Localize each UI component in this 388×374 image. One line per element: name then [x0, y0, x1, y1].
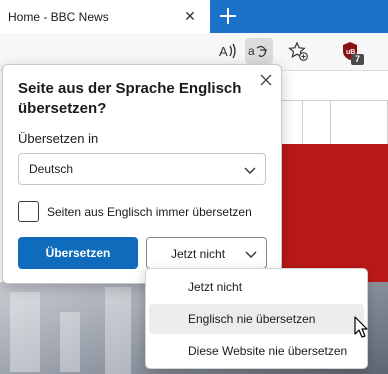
target-language-label: Übersetzen in: [18, 131, 99, 146]
translate-popup: Seite aus der Sprache Englisch übersetze…: [2, 64, 282, 284]
menu-item-label: Diese Website nie übersetzen: [188, 344, 348, 358]
close-icon[interactable]: [258, 72, 274, 88]
extension-badge: 7: [351, 54, 364, 65]
tab-bbc-news[interactable]: Home - BBC News ✕: [0, 0, 210, 33]
nav-separator: [330, 100, 331, 144]
translate-button[interactable]: Übersetzen: [18, 237, 138, 269]
chevron-down-icon: [245, 251, 257, 258]
chevron-down-icon: [244, 167, 256, 174]
menu-item-not-now[interactable]: Jetzt nicht: [149, 272, 364, 302]
menu-item-label: Englisch nie übersetzen: [188, 312, 316, 326]
menu-item-never-english[interactable]: Englisch nie übersetzen: [149, 304, 364, 334]
nav-divider: [280, 100, 388, 101]
not-now-label: Jetzt nicht: [171, 247, 226, 261]
target-language-value: Deutsch: [29, 162, 74, 176]
tab-strip: Home - BBC News ✕: [0, 0, 388, 33]
menu-item-never-site[interactable]: Diese Website nie übersetzen: [149, 336, 364, 366]
add-favorite-icon[interactable]: [284, 38, 312, 64]
translate-icon[interactable]: a: [245, 38, 273, 64]
always-translate-checkbox[interactable]: [18, 201, 39, 222]
popup-title: Seite aus der Sprache Englisch übersetze…: [18, 80, 242, 117]
svg-text:a: a: [248, 44, 255, 58]
read-aloud-icon[interactable]: A: [214, 38, 242, 64]
menu-item-label: Jetzt nicht: [188, 280, 243, 294]
tab-close-icon[interactable]: ✕: [183, 9, 197, 23]
svg-text:A: A: [219, 44, 228, 59]
nav-separator: [302, 100, 303, 144]
tab-title: Home - BBC News: [8, 10, 109, 24]
target-language-select[interactable]: Deutsch: [18, 153, 266, 185]
not-now-button[interactable]: Jetzt nicht: [146, 237, 267, 269]
new-tab-icon[interactable]: [218, 6, 238, 26]
not-now-menu: Jetzt nicht Englisch nie übersetzen Dies…: [145, 268, 368, 369]
mouse-cursor-icon: [354, 316, 368, 338]
always-translate-label: Seiten aus Englisch immer übersetzen: [47, 205, 252, 219]
